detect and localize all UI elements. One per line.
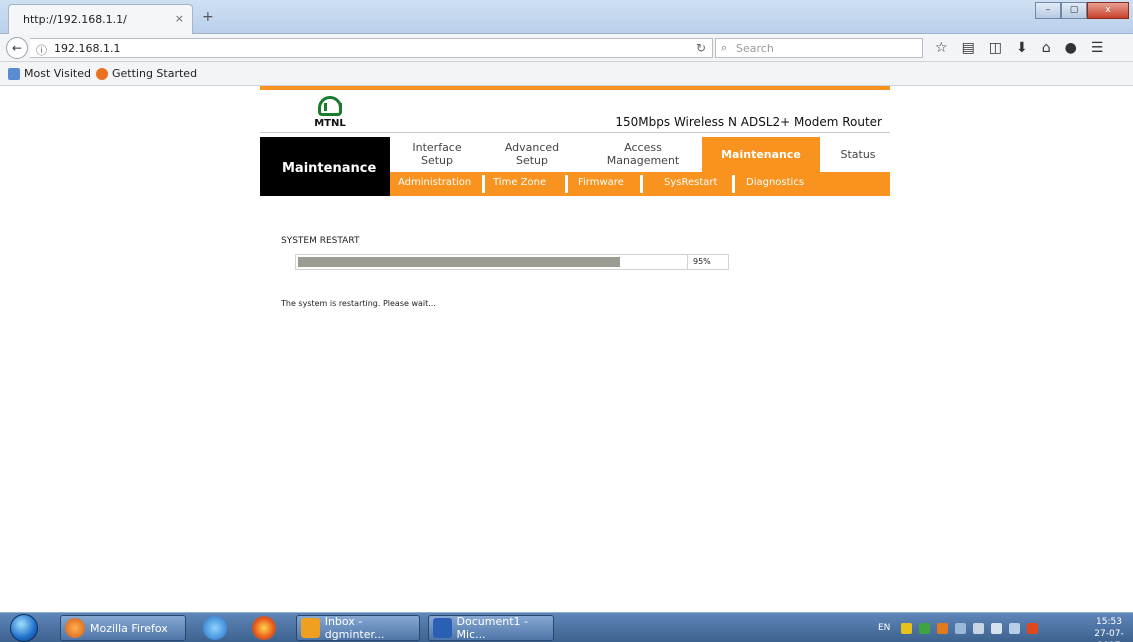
tray-app-icon[interactable] [901,622,913,634]
chrome-icon[interactable] [252,616,276,640]
subnav-separator [482,175,485,193]
clock[interactable]: 15:53 27-07-2017 [1085,616,1133,642]
mtnl-logo: MTNL [310,96,350,132]
search-placeholder: Search [736,42,774,55]
sub-nav: Administration Time Zone Firmware SysRes… [390,172,890,196]
flag-icon[interactable] [991,622,1003,634]
browser-navbar: ← ⓘ 192.168.1.1 ↻ ⌕ Search ☆ ▤ ◫ ⬇ ⌂ ● ☰ [0,34,1133,62]
tab-access-management[interactable]: Access Management [600,141,686,167]
new-tab-icon[interactable]: + [202,9,214,25]
tray-app-icon[interactable] [1027,622,1039,634]
tab-advanced-setup[interactable]: Advanced Setup [500,141,564,167]
subnav-administration[interactable]: Administration [398,177,471,188]
logo-emblem-icon [318,96,342,116]
firefox-icon [65,618,85,638]
taskbar: Mozilla Firefox Inbox - dgminter... Docu… [0,612,1133,642]
tray-app-icon[interactable] [919,622,931,634]
tab-status[interactable]: Status [830,148,886,161]
divider [260,132,890,133]
subnav-separator [565,175,568,193]
progress-percent: 95% [693,257,711,266]
tab-maintenance[interactable]: Maintenance [702,137,820,172]
subnav-separator [640,175,643,193]
minimize-button[interactable]: – [1035,2,1061,19]
settings-icon[interactable]: ● [1065,40,1077,56]
word-icon [433,618,452,638]
browser-tab[interactable]: http://192.168.1.1/ × [8,4,193,34]
tab-title: http://192.168.1.1/ [23,13,127,26]
main-nav: Interface Setup Advanced Setup Access Ma… [390,137,890,172]
url-text: 192.168.1.1 [54,42,121,55]
nav-label: Setup [420,154,454,167]
nav-label: Access [624,141,662,154]
system-tray: EN [878,613,1039,642]
star-icon[interactable]: ☆ [935,40,948,56]
bookmark-label: Getting Started [112,67,198,80]
subnav-time-zone[interactable]: Time Zone [493,177,546,188]
subnav-separator [732,175,735,193]
tab-interface-setup[interactable]: Interface Setup [405,141,469,167]
subnav-sysrestart[interactable]: SysRestart [664,177,717,188]
search-input[interactable]: ⌕ Search [715,38,923,58]
bookmark-most-visited[interactable]: Most Visited [8,67,91,80]
window-controls: – ▢ x [1035,2,1129,20]
progress-track [298,257,686,267]
product-name: 150Mbps Wireless N ADSL2+ Modem Router [615,115,882,129]
speaker-icon[interactable] [973,622,985,634]
download-icon[interactable]: ⬇ [1016,40,1028,56]
taskbar-label: Document1 - Mic... [456,615,528,641]
reload-icon[interactable]: ↻ [696,41,706,55]
screen: http://192.168.1.1/ × + – ▢ x ← ⓘ 192.16… [0,0,1133,642]
clock-time: 15:53 [1096,617,1122,627]
progress-fill [298,257,621,267]
outlook-icon [301,618,320,638]
restart-progress: 95% [295,254,729,270]
pocket-icon[interactable]: ◫ [989,40,1002,56]
section-label: Maintenance [260,137,390,196]
url-bar[interactable]: ⓘ 192.168.1.1 ↻ [30,38,713,58]
close-button[interactable]: x [1087,2,1129,19]
bookmark-label: Most Visited [24,67,91,80]
bookmarks-icon[interactable]: ▤ [962,40,975,56]
browser-titlebar: http://192.168.1.1/ × + – ▢ x [0,0,1133,34]
nav-label: Advanced [504,141,560,154]
tab-close-icon[interactable]: × [175,12,184,25]
progress-divider [687,255,688,269]
menu-icon[interactable]: ☰ [1091,40,1104,56]
taskbar-word[interactable]: Document1 - Mic... [428,615,554,641]
bookmark-getting-started[interactable]: Getting Started [96,67,197,80]
logo-text: MTNL [314,118,346,129]
taskbar-label: Inbox - dgminter... [324,615,385,641]
taskbar-label: Mozilla Firefox [90,621,168,635]
clock-date: 27-07-2017 [1094,629,1124,642]
folder-icon [8,67,20,80]
back-button[interactable]: ← [6,37,28,59]
subnav-firmware[interactable]: Firmware [578,177,624,188]
restart-title: SYSTEM RESTART [281,236,360,246]
taskbar-firefox[interactable]: Mozilla Firefox [60,615,186,641]
subnav-diagnostics[interactable]: Diagnostics [746,177,804,188]
taskbar-outlook[interactable]: Inbox - dgminter... [296,615,420,641]
network-icon[interactable] [1009,622,1021,634]
maximize-button[interactable]: ▢ [1061,2,1087,19]
restart-message: The system is restarting. Please wait... [281,299,436,308]
language-indicator[interactable]: EN [878,623,890,633]
start-button[interactable] [10,614,38,642]
firefox-icon [96,67,108,80]
nav-label: Management [606,154,680,167]
tray-app-icon[interactable] [937,622,949,634]
toolbar-icons: ☆ ▤ ◫ ⬇ ⌂ ● ☰ [935,40,1103,56]
accent-bar [260,86,890,90]
nav-label: Setup [515,154,549,167]
bookmarks-bar: Most Visited Getting Started [0,62,1133,86]
info-icon[interactable]: ⓘ [36,42,47,58]
search-icon: ⌕ [721,41,728,54]
home-icon[interactable]: ⌂ [1042,40,1051,56]
tray-app-icon[interactable] [955,622,967,634]
nav-label: Interface [412,141,462,154]
router-header: MTNL 150Mbps Wireless N ADSL2+ Modem Rou… [260,86,890,196]
internet-explorer-icon[interactable] [203,616,227,640]
